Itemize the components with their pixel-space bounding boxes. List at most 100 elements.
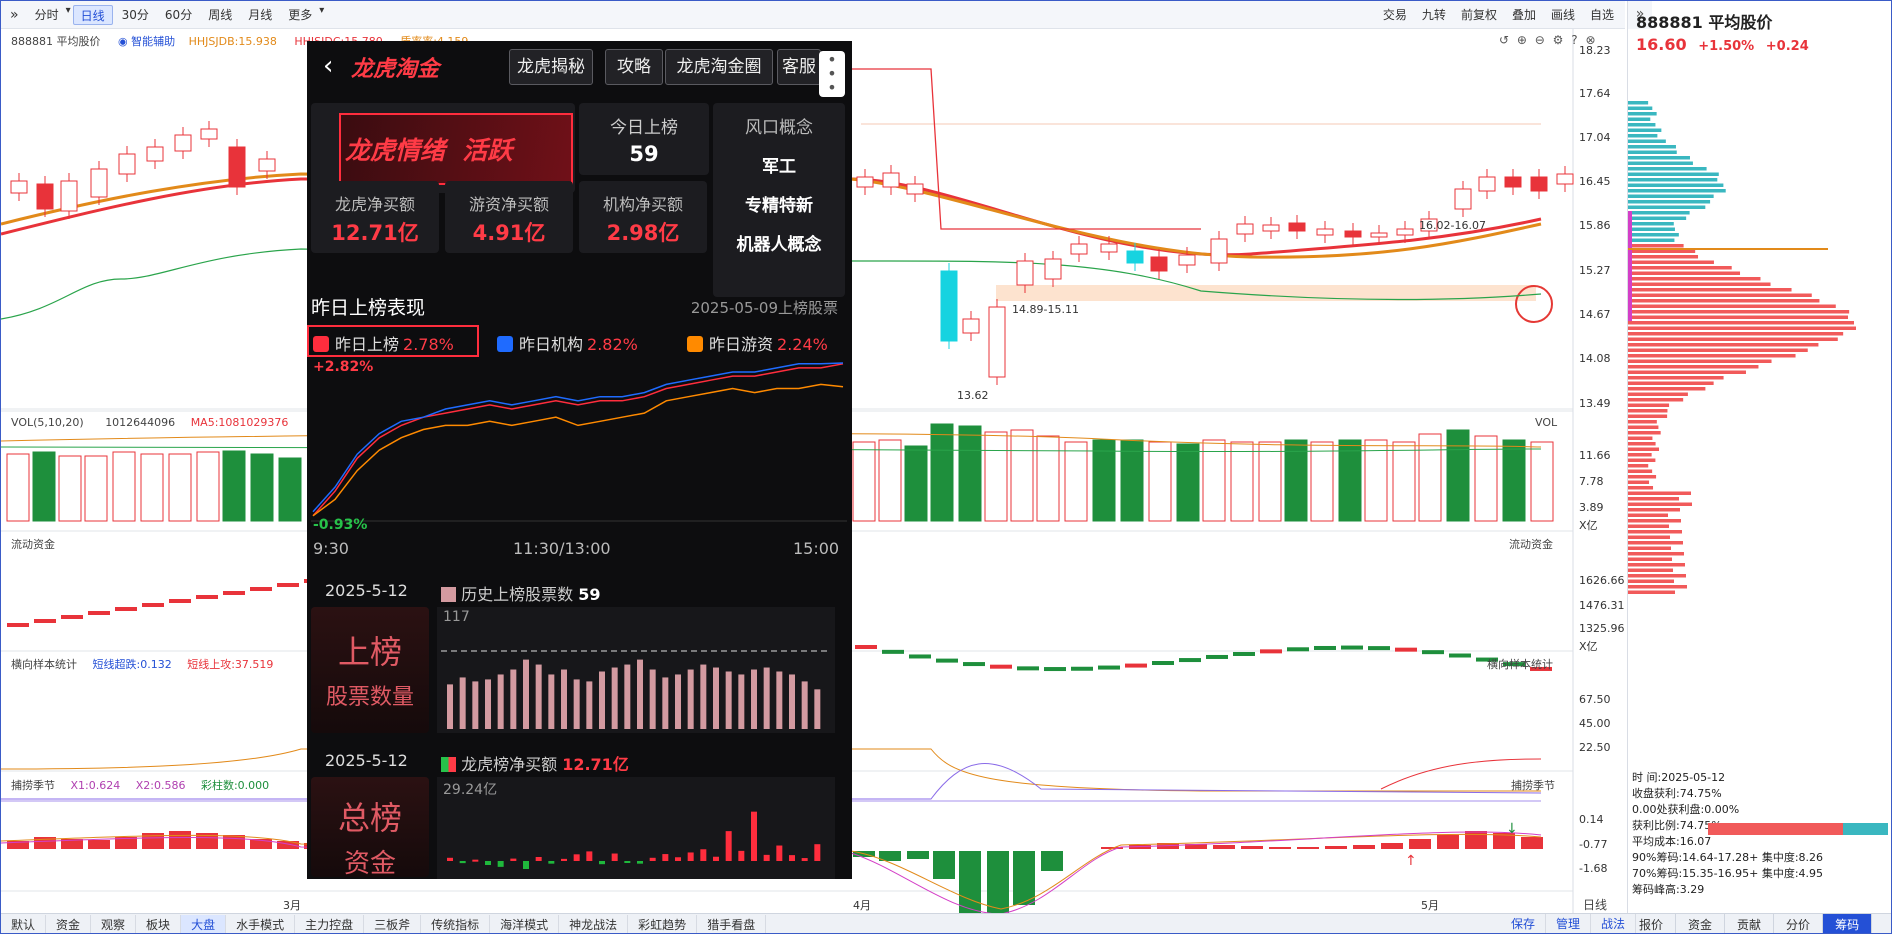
period-tab-0[interactable]: 分时 <box>28 5 66 25</box>
toolbar-right-4[interactable]: 画线 <box>1544 5 1582 25</box>
toolbar-right-5[interactable]: 自选 <box>1583 5 1621 25</box>
rp-tab-2[interactable]: 贡献 <box>1725 914 1775 933</box>
period-tab-3[interactable]: 60分 <box>158 5 199 25</box>
chip-bar <box>1628 530 1682 534</box>
s1-swatch <box>441 587 456 602</box>
season-bar <box>1465 831 1487 849</box>
chip-bar <box>1628 381 1714 385</box>
dropdown-icon[interactable]: ▾ <box>66 5 71 25</box>
sample-s2: 短线上攻:37.519 <box>187 658 274 671</box>
stat-card-1[interactable]: 游资净买额 4.91亿 <box>445 181 573 253</box>
rp-price-row: 16.60 +1.50% +0.24 <box>1636 35 1809 54</box>
period-tab-1[interactable]: 日线 <box>72 4 113 25</box>
candle-body <box>1126 250 1144 264</box>
zoom-in-icon[interactable]: ⊕ <box>1517 33 1527 47</box>
fund-title: 流动资金 <box>11 538 55 551</box>
candle-body <box>906 183 924 195</box>
fund-dash <box>936 658 958 663</box>
ovbtn-2[interactable]: 龙虎淘金圈 <box>665 49 773 85</box>
assist-toggle[interactable]: ◉ 智能辅助 <box>118 35 175 48</box>
more-menu-icon[interactable]: • • • <box>819 51 845 97</box>
vol-value: 1012644096 <box>105 416 176 429</box>
toolbar-right-3[interactable]: 叠加 <box>1505 5 1543 25</box>
bottom-tab-9[interactable]: 海洋模式 <box>490 914 560 933</box>
legend-value: 2.78% <box>403 335 454 354</box>
chip-bar <box>1628 365 1759 369</box>
zoom-out-icon[interactable]: ⊖ <box>1535 33 1545 47</box>
season-bar <box>169 831 191 849</box>
bottom-tab-5[interactable]: 水手模式 <box>226 914 296 933</box>
chip-bar <box>1628 332 1844 336</box>
volume-bar <box>1176 443 1200 522</box>
bottom-tab-2[interactable]: 观察 <box>91 914 137 933</box>
stat-card-0[interactable]: 龙虎净买额 12.71亿 <box>311 181 439 253</box>
chip-bar <box>1628 255 1699 259</box>
chip-bar <box>1628 376 1724 380</box>
candle-body <box>1454 188 1472 210</box>
bottom-tabs: 默认 资金 观察 板块 大盘 水手模式 主力控盘 三板斧 传统指标 海洋模式 神龙战法 彩虹趋势 猎手看… <box>1 913 1891 933</box>
ovbtn-1[interactable]: 攻略 <box>605 49 663 85</box>
chip-bar <box>1628 233 1679 237</box>
bottom-tab-10[interactable]: 神龙战法 <box>559 914 629 933</box>
candle-body <box>1370 232 1388 238</box>
settings-icon[interactable]: ⚙ <box>1553 33 1564 47</box>
candle-body <box>118 153 136 175</box>
bottom-tab-3[interactable]: 板块 <box>136 914 182 933</box>
fund-dash <box>1071 666 1093 671</box>
stat-value: 2.98亿 <box>606 221 680 245</box>
chip-bar <box>1628 249 1696 253</box>
rp-tab-0[interactable]: 报价 <box>1627 914 1677 933</box>
stat-card-2[interactable]: 机构净买额 2.98亿 <box>579 181 707 253</box>
chip-bar <box>1628 574 1686 578</box>
bottom-tab-12[interactable]: 猎手看盘 <box>697 914 767 933</box>
period-tab-4[interactable]: 周线 <box>201 5 239 25</box>
vol-ma5: MA5:1081029376 <box>190 416 289 429</box>
bottom-tab-7[interactable]: 三板斧 <box>364 914 422 933</box>
bottom-tab-6[interactable]: 主力控盘 <box>295 914 365 933</box>
toolbar-right-1[interactable]: 九转 <box>1415 5 1453 25</box>
bar-9 <box>561 858 567 861</box>
rp-tab-1[interactable]: 资金 <box>1676 914 1726 933</box>
chip-bar <box>1628 205 1706 209</box>
bottom-tab-0[interactable]: 默认 <box>1 914 47 933</box>
candle-body <box>962 318 980 334</box>
help-icon[interactable]: ? <box>1571 33 1577 47</box>
time-label: 9:30 <box>313 539 349 558</box>
rp-tab-3[interactable]: 分价 <box>1774 914 1824 933</box>
period-tab-5[interactable]: 月线 <box>241 5 279 25</box>
bottom-right-1[interactable]: 管理 <box>1546 914 1592 933</box>
chip-bar <box>1628 326 1857 330</box>
bar-4 <box>497 674 504 729</box>
bar-20 <box>700 849 707 861</box>
s1-date: 2025-5-12 <box>325 581 408 600</box>
period-tab-6[interactable]: 更多 <box>281 5 319 25</box>
dropdown-icon[interactable]: ▾ <box>319 5 324 25</box>
bottom-tab-11[interactable]: 彩虹趋势 <box>628 914 698 933</box>
fund-dash <box>7 623 29 627</box>
today-card[interactable]: 今日上榜 59 <box>579 103 709 175</box>
bottom-tab-8[interactable]: 传统指标 <box>421 914 491 933</box>
toolbar-right-2[interactable]: 前复权 <box>1454 5 1504 25</box>
ovbtn-3[interactable]: 客服 <box>777 49 821 85</box>
back-icon[interactable]: ‹ <box>323 51 333 81</box>
perf-series-2 <box>312 383 844 517</box>
chip-bar <box>1628 117 1651 121</box>
axis-label: 1626.66 <box>1579 574 1625 587</box>
refresh-icon[interactable]: ↺ <box>1499 33 1509 47</box>
bottom-right-0[interactable]: 保存 <box>1501 914 1547 933</box>
rp-tab-4[interactable]: 筹码 <box>1823 914 1873 933</box>
rp-info-6: 70%筹码:15.35-16.95+ 集中度:4.95 <box>1632 867 1824 880</box>
concept-1[interactable]: 军工 <box>713 152 845 177</box>
collapse-icon[interactable]: » <box>3 5 26 25</box>
bar-23 <box>738 850 745 861</box>
bottom-tab-1[interactable]: 资金 <box>46 914 92 933</box>
period-tab-2[interactable]: 30分 <box>115 5 156 25</box>
s2-tag1: 总榜 <box>337 799 402 837</box>
bottom-tab-4[interactable]: 大盘 <box>181 914 227 933</box>
concept-3[interactable]: 机器人概念 <box>713 230 845 255</box>
concept-2[interactable]: 专精特新 <box>713 191 845 216</box>
bar-21 <box>713 856 719 861</box>
ovbtn-0[interactable]: 龙虎揭秘 <box>509 49 593 85</box>
bar-22 <box>725 671 732 729</box>
toolbar-right-0[interactable]: 交易 <box>1376 5 1414 25</box>
